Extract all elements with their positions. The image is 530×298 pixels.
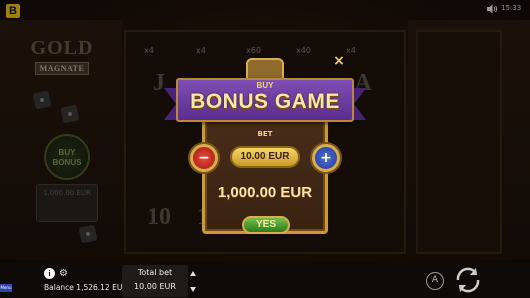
info-icon[interactable]: i	[44, 268, 55, 279]
bet-up-arrow-icon[interactable]	[190, 271, 196, 276]
total-bet-value: 10.00 EUR	[134, 282, 176, 291]
bonus-price: 1,000.00 EUR	[217, 184, 313, 201]
confirm-yes-button[interactable]: YES	[242, 216, 290, 234]
bet-down-arrow-icon[interactable]	[190, 287, 196, 292]
ribbon-tail-right	[354, 88, 366, 120]
menu-tag[interactable]: Menu	[0, 284, 12, 292]
total-bet-box[interactable]: Total bet 10.00 EUR	[122, 265, 188, 297]
bet-value: 10.00 EUR	[230, 146, 300, 168]
decrease-bet-button[interactable]: −	[190, 144, 218, 172]
balance-display: Balance 1,526.12 EUR	[44, 283, 128, 292]
buy-label: BUY	[256, 81, 274, 90]
title-ribbon: BUY BONUS GAME	[164, 78, 366, 122]
gear-icon[interactable]: ⚙	[59, 268, 68, 279]
close-button[interactable]: ×	[332, 54, 346, 68]
bottom-bar	[0, 262, 530, 298]
buy-bonus-dialog: BUY BONUS GAME × BET − 10.00 EUR + 1,000…	[164, 54, 366, 238]
ribbon-tail-left	[164, 88, 176, 120]
total-bet-label: Total bet	[137, 268, 173, 277]
increase-bet-button[interactable]: +	[312, 144, 340, 172]
spin-button[interactable]	[452, 264, 484, 296]
dialog-title: BONUS GAME	[190, 90, 340, 113]
crest-ornament	[246, 58, 284, 80]
autoplay-button[interactable]: A	[426, 272, 444, 290]
bet-label: BET	[257, 130, 273, 138]
